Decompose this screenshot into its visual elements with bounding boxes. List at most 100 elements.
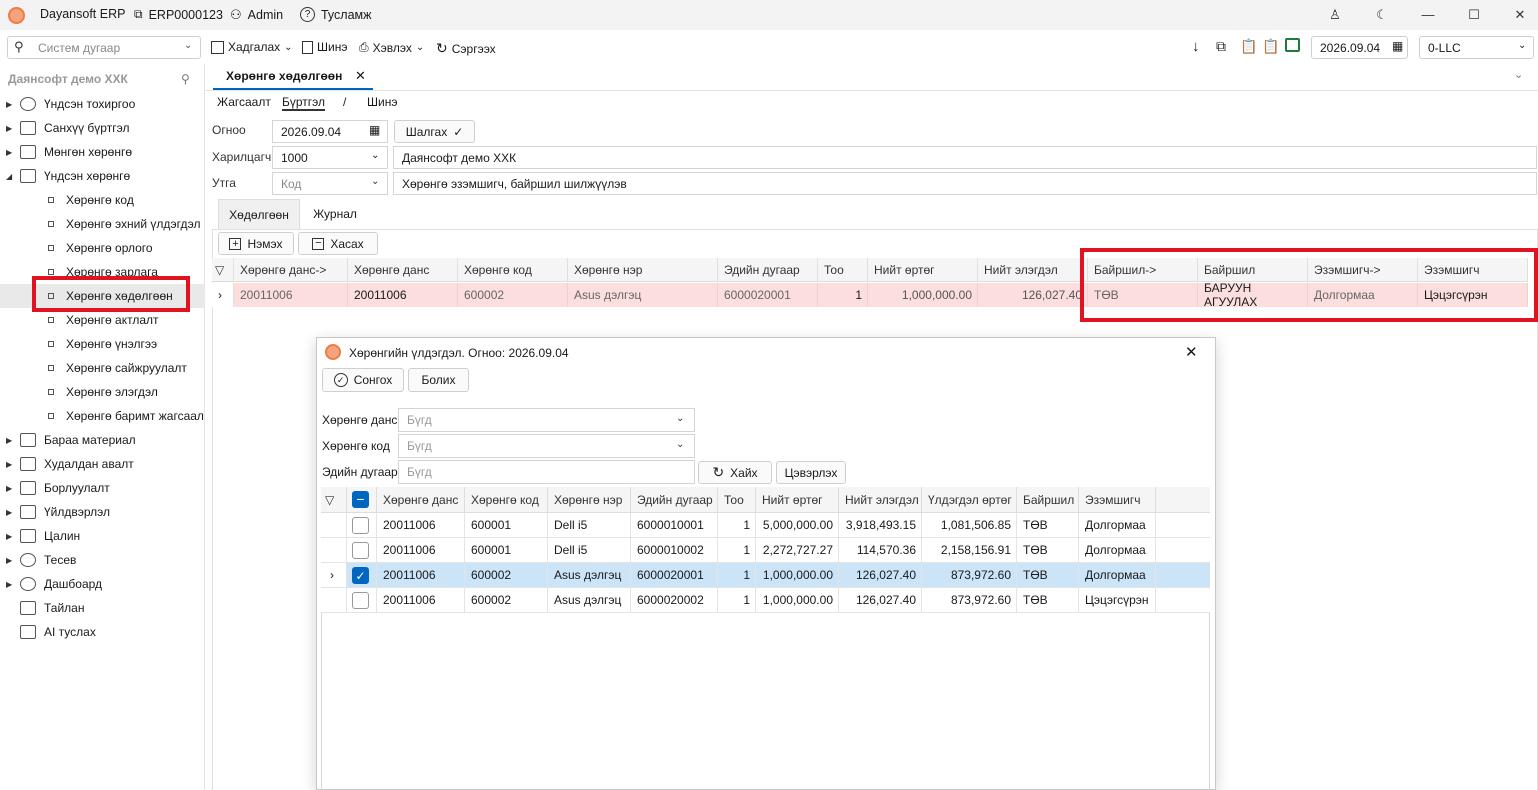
grid-cell[interactable]: ТӨВ — [1017, 588, 1079, 613]
grid-header[interactable]: Эзэмшигч — [1079, 487, 1156, 513]
grid-header[interactable]: Үлдэгдэл өртөг — [922, 487, 1017, 513]
subtab-journal[interactable]: Журнал — [304, 199, 366, 229]
sidebar-item-asset-valuation[interactable]: Хөрөнгө үнэлгээ — [0, 332, 205, 356]
grid-header[interactable]: Нийт элэгдэл — [978, 258, 1088, 282]
grid-header[interactable]: Хөрөнгө данс — [377, 487, 465, 513]
grid-cell[interactable]: 6000010001 — [631, 513, 718, 538]
filter-icon[interactable]: ▽ — [212, 258, 234, 282]
grid-cell[interactable]: 600001 — [465, 538, 548, 563]
grid-header[interactable]: Хөрөнгө нэр — [548, 487, 631, 513]
grid-cell[interactable]: 873,972.60 — [922, 588, 1017, 613]
row-indicator-icon[interactable] — [321, 588, 347, 613]
grid-cell[interactable]: 1,081,506.85 — [922, 513, 1017, 538]
remove-button[interactable]: − Хасах — [298, 232, 378, 255]
search-button[interactable]: ↻ Хайх — [698, 461, 772, 484]
grid-cell[interactable]: 600002 — [465, 588, 548, 613]
sidebar-item-settings[interactable]: ▶ Үндсэн тохиргоо — [0, 92, 205, 116]
grid-cell[interactable]: 1 — [718, 588, 756, 613]
row-checkbox[interactable] — [347, 538, 377, 563]
paste-icon[interactable]: 📋 — [1240, 38, 1257, 55]
close-window-button[interactable]: ✕ — [1511, 6, 1529, 24]
grid-cell[interactable]: 6000020001 — [718, 283, 818, 307]
grid-cell[interactable]: 6000020001 — [631, 563, 718, 588]
grid-cell[interactable]: 600001 — [465, 513, 548, 538]
grid-cell[interactable]: 2,272,727.27 — [756, 538, 839, 563]
download-icon[interactable]: ↓ — [1192, 38, 1200, 55]
asset-account-select[interactable]: Бүгд ⌄ — [398, 408, 695, 432]
print-button[interactable]: ⎙ Хэвлэх ⌄ — [359, 40, 424, 55]
grid-cell[interactable]: Долгормаа — [1079, 538, 1156, 563]
grid-cell[interactable]: 20011006 — [234, 283, 348, 307]
company-select[interactable]: 0-LLC ⌄ — [1419, 36, 1534, 59]
grid-cell[interactable]: 2,158,156.91 — [922, 538, 1017, 563]
user-menu[interactable]: ⚇ Admin — [230, 7, 283, 23]
sidebar-item-sales[interactable]: ▶ Борлуулалт — [0, 476, 205, 500]
assistant-icon[interactable]: ♙ — [1326, 6, 1344, 24]
choose-button[interactable]: ✓ Сонгох — [322, 368, 404, 392]
grid-cell[interactable]: ТӨВ — [1017, 513, 1079, 538]
grid-header[interactable]: Хөрөнгө данс — [348, 258, 458, 282]
tab-asset-movement[interactable]: Хөрөнгө хөдөлгөөн ✕ — [213, 64, 373, 90]
help-menu[interactable]: ? Тусламж — [300, 7, 372, 22]
chevron-down-icon[interactable]: ⌄ — [1514, 68, 1523, 81]
sidebar-item-payroll[interactable]: ▶ Цалин — [0, 524, 205, 548]
grid-header[interactable]: Нийт өртөг — [756, 487, 839, 513]
new-button[interactable]: Шинэ — [302, 40, 347, 54]
grid-cell[interactable]: ТӨВ — [1017, 538, 1079, 563]
sidebar-item-asset-income[interactable]: Хөрөнгө орлого — [0, 236, 205, 260]
sidebar-item-ai[interactable]: AI туслах — [0, 620, 205, 644]
select-all-checkbox[interactable]: − — [347, 487, 377, 513]
grid-cell[interactable]: 600002 — [465, 563, 548, 588]
sidebar-item-fixed-assets[interactable]: ◢ Үндсэн хөрөнгө — [0, 164, 205, 188]
grid-cell[interactable]: ТӨВ — [1017, 563, 1079, 588]
breadcrumb-list[interactable]: Жагсаалт — [217, 95, 271, 109]
check-button[interactable]: Шалгах ✓ — [394, 120, 475, 143]
close-icon[interactable]: ✕ — [1185, 343, 1198, 361]
grid-header[interactable]: Хөрөнгө нэр — [568, 258, 718, 282]
filter-icon[interactable]: ▽ — [321, 487, 347, 513]
row-indicator-icon[interactable]: › — [321, 563, 347, 588]
grid-cell[interactable]: 1 — [718, 563, 756, 588]
clear-button[interactable]: Цэвэрлэх — [776, 461, 846, 484]
row-checkbox[interactable]: ✓ — [347, 563, 377, 588]
sidebar-item-dashboard[interactable]: ▶ Дашбоард — [0, 572, 205, 596]
grid-cell[interactable]: 1 — [718, 513, 756, 538]
minimize-button[interactable]: — — [1419, 6, 1437, 24]
asset-code-select[interactable]: Бүгд ⌄ — [398, 434, 695, 458]
paste-special-icon[interactable]: 📋 — [1262, 38, 1279, 55]
grid-cell[interactable]: 20011006 — [377, 538, 465, 563]
close-tab-icon[interactable]: ✕ — [355, 68, 366, 84]
grid-header[interactable]: Хөрөнгө код — [465, 487, 548, 513]
sidebar-item-purchase[interactable]: ▶ Худалдан авалт — [0, 452, 205, 476]
copy-icon[interactable]: ⧉ — [1216, 38, 1226, 55]
pin-icon[interactable]: ⚲ — [181, 72, 190, 86]
sidebar-item-cash[interactable]: ▶ Мөнгөн хөрөнгө — [0, 140, 205, 164]
grid-cell[interactable]: 1 — [818, 283, 868, 307]
subtab-movement[interactable]: Хөдөлгөөн — [218, 199, 300, 229]
grid-cell[interactable]: 3,918,493.15 — [839, 513, 922, 538]
grid-cell[interactable]: Долгормаа — [1079, 513, 1156, 538]
grid-cell[interactable]: 5,000,000.00 — [756, 513, 839, 538]
grid-cell[interactable]: 114,570.36 — [839, 538, 922, 563]
grid-cell[interactable]: 6000010002 — [631, 538, 718, 563]
grid-cell[interactable]: 6000020002 — [631, 588, 718, 613]
grid-cell[interactable]: 1 — [718, 538, 756, 563]
row-indicator-icon[interactable] — [321, 538, 347, 563]
grid-header[interactable]: Хөрөнгө код — [458, 258, 568, 282]
grid-cell[interactable]: 20011006 — [377, 588, 465, 613]
grid-header[interactable]: Хөрөнгө данс-> — [234, 258, 348, 282]
row-checkbox[interactable] — [347, 588, 377, 613]
sidebar-item-inventory[interactable]: ▶ Бараа материал — [0, 428, 205, 452]
serial-number-input[interactable]: Бүгд — [398, 460, 695, 484]
sidebar-item-finance[interactable]: ▶ Санхүү бүртгэл — [0, 116, 205, 140]
date-picker[interactable]: 2026.09.04 ▦ — [1311, 36, 1408, 59]
maximize-button[interactable]: ☐ — [1465, 6, 1483, 24]
description-field[interactable]: Хөрөнгө эзэмшигч, байршил шилжүүлэв — [393, 172, 1537, 195]
grid-cell[interactable]: Asus дэлгэц — [548, 588, 631, 613]
grid-header[interactable]: Эдийн дугаар — [718, 258, 818, 282]
description-code-field[interactable]: Код ⌄ — [272, 172, 388, 195]
save-button[interactable]: Хадгалах ⌄ — [211, 40, 293, 54]
grid-cell[interactable]: 1,000,000.00 — [756, 588, 839, 613]
grid-cell[interactable]: Dell i5 — [548, 513, 631, 538]
grid-header[interactable]: Тоо — [718, 487, 756, 513]
